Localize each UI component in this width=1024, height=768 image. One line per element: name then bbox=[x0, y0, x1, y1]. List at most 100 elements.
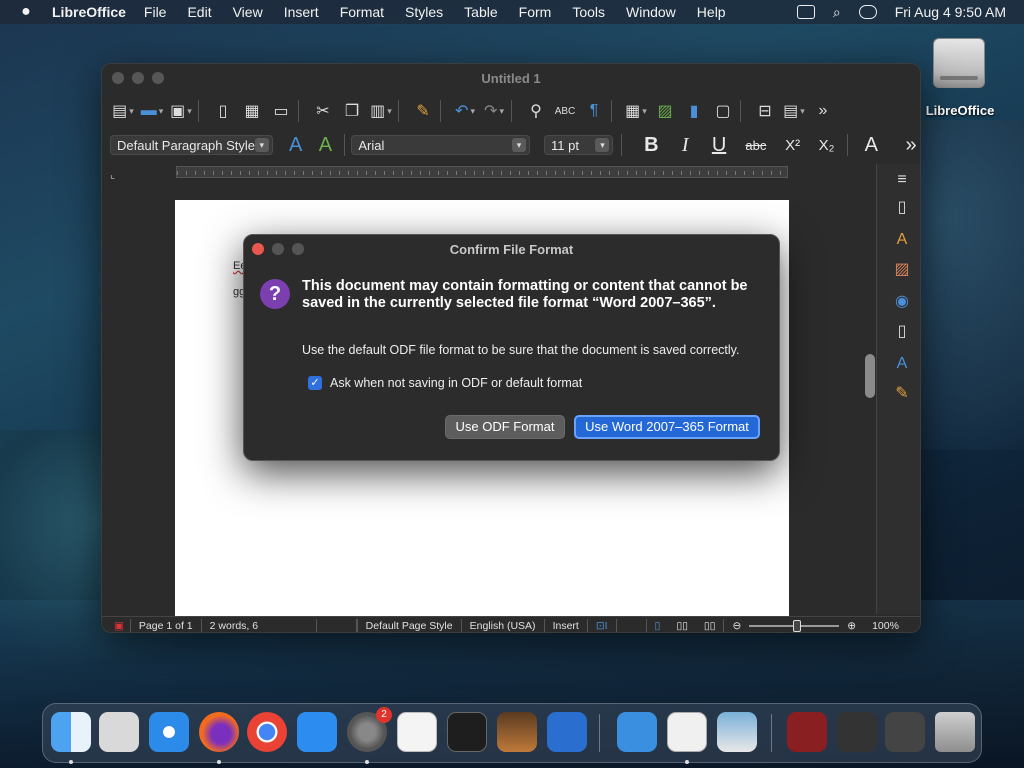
recent-window-icon[interactable] bbox=[837, 712, 877, 752]
clone-formatting-icon[interactable]: ✎ bbox=[412, 100, 434, 122]
cut-icon[interactable]: ✂ bbox=[312, 100, 334, 122]
formatting-marks-icon[interactable]: ¶ bbox=[583, 100, 605, 122]
trash-icon[interactable] bbox=[935, 712, 975, 752]
copy-icon[interactable]: ❐ bbox=[341, 100, 363, 122]
font-name-combo[interactable]: Arial ▾ bbox=[351, 135, 530, 155]
menu-file[interactable]: File bbox=[144, 4, 167, 20]
menu-tools[interactable]: Tools bbox=[572, 4, 605, 20]
vertical-scrollbar[interactable] bbox=[864, 164, 876, 614]
menu-form[interactable]: Form bbox=[519, 4, 552, 20]
menu-help[interactable]: Help bbox=[697, 4, 726, 20]
spotlight-search-icon[interactable]: ⌕ bbox=[833, 4, 841, 21]
terminal-icon[interactable] bbox=[447, 712, 487, 752]
language[interactable]: English (USA) bbox=[462, 618, 545, 632]
insert-field-icon[interactable]: ▤ bbox=[783, 100, 805, 122]
paragraph-style-combo[interactable]: Default Paragraph Style ▾ bbox=[110, 135, 273, 155]
toolbar-overflow-icon[interactable]: » bbox=[812, 100, 834, 122]
apple-icon[interactable]: ● bbox=[0, 3, 52, 21]
single-page-view-icon[interactable]: ▯ bbox=[647, 619, 669, 633]
menu-table[interactable]: Table bbox=[464, 4, 497, 20]
checkmark-icon[interactable]: ✓ bbox=[308, 376, 322, 390]
paste-icon[interactable]: ▥ bbox=[370, 100, 392, 122]
screen-mirroring-icon[interactable] bbox=[796, 5, 815, 19]
insert-mode[interactable]: Insert bbox=[545, 618, 588, 632]
horizontal-ruler[interactable] bbox=[176, 166, 788, 178]
insert-textbox-icon[interactable]: ▢ bbox=[712, 100, 734, 122]
manage-changes-icon[interactable]: ✎ bbox=[892, 384, 912, 404]
menu-view[interactable]: View bbox=[233, 4, 263, 20]
chevron-down-icon[interactable]: ▾ bbox=[254, 138, 269, 152]
menu-clock[interactable]: Fri Aug 4 9:50 AM bbox=[895, 4, 1006, 20]
save-icon[interactable]: ▣ bbox=[170, 100, 192, 122]
clear-formatting-icon[interactable]: A bbox=[860, 134, 882, 157]
selection-mode-icon[interactable]: ⊡I bbox=[588, 618, 617, 632]
redo-icon[interactable]: ↷ bbox=[483, 100, 505, 122]
superscript-icon[interactable]: X² bbox=[782, 137, 804, 154]
styles-icon[interactable]: A bbox=[892, 230, 912, 250]
launchpad-icon[interactable] bbox=[99, 712, 139, 752]
zoom-slider-thumb[interactable] bbox=[793, 619, 802, 632]
new-style-icon[interactable]: A bbox=[315, 134, 337, 157]
navigator-icon[interactable]: ◉ bbox=[892, 292, 912, 312]
garageband-icon[interactable] bbox=[497, 712, 537, 752]
safari-icon[interactable] bbox=[149, 712, 189, 752]
window-titlebar[interactable]: Untitled 1 bbox=[102, 64, 920, 92]
menu-app-name[interactable]: LibreOffice bbox=[52, 4, 126, 20]
export-pdf-icon[interactable]: ▯ bbox=[212, 100, 234, 122]
toolbar-overflow-icon[interactable]: » bbox=[900, 134, 920, 157]
sidebar-menu-icon[interactable]: ≡ bbox=[892, 170, 912, 190]
chrome-icon[interactable] bbox=[247, 712, 287, 752]
drive-label[interactable]: LibreOffice bbox=[920, 103, 1000, 118]
page-icon[interactable]: ▯ bbox=[892, 322, 912, 342]
textedit-icon[interactable] bbox=[397, 712, 437, 752]
libreoffice-icon[interactable] bbox=[667, 712, 707, 752]
ask-checkbox-row[interactable]: ✓ Ask when not saving in ODF or default … bbox=[308, 376, 582, 390]
gallery-icon[interactable]: ▨ bbox=[892, 260, 912, 280]
style-inspector-icon[interactable]: A bbox=[892, 354, 912, 374]
preview-icon[interactable] bbox=[717, 712, 757, 752]
open-folder-icon[interactable]: ▬ bbox=[141, 100, 163, 122]
book-view-icon[interactable]: ▯▯ bbox=[696, 618, 725, 632]
menu-insert[interactable]: Insert bbox=[284, 4, 319, 20]
keynote-icon[interactable] bbox=[617, 712, 657, 752]
font-size-combo[interactable]: 11 pt ▾ bbox=[543, 135, 614, 155]
zoom-out-icon[interactable]: ⊖ bbox=[724, 619, 749, 633]
app-store-icon[interactable] bbox=[297, 712, 337, 752]
find-replace-icon[interactable]: ⚲ bbox=[525, 100, 547, 122]
save-status-icon[interactable]: ▣ bbox=[102, 618, 131, 632]
insert-chart-icon[interactable]: ▮ bbox=[683, 100, 705, 122]
zoom-level[interactable]: 100% bbox=[864, 619, 907, 633]
multi-page-view-icon[interactable]: ▯▯ bbox=[668, 619, 696, 633]
use-word-format-button[interactable]: Use Word 2007–365 Format bbox=[574, 415, 760, 439]
zoom-in-icon[interactable]: ⊕ bbox=[839, 619, 864, 633]
control-center-icon[interactable] bbox=[858, 5, 877, 19]
italic-icon[interactable]: I bbox=[674, 134, 696, 157]
underline-icon[interactable]: U bbox=[708, 134, 730, 157]
subscript-icon[interactable]: X₂ bbox=[816, 137, 838, 154]
ask-checkbox-label[interactable]: Ask when not saving in ODF or default fo… bbox=[330, 376, 582, 390]
chevron-down-icon[interactable]: ▾ bbox=[595, 138, 610, 152]
bold-icon[interactable]: B bbox=[640, 134, 662, 157]
undo-icon[interactable]: ↶ bbox=[454, 100, 476, 122]
menu-window[interactable]: Window bbox=[626, 4, 676, 20]
firefox-icon[interactable] bbox=[199, 712, 239, 752]
system-settings-icon[interactable]: 2 bbox=[347, 707, 392, 752]
word-count[interactable]: 2 words, 6 characters bbox=[202, 618, 317, 632]
strikethrough-icon[interactable]: abc bbox=[742, 138, 770, 153]
spelling-icon[interactable]: ABC bbox=[554, 100, 576, 122]
print-preview-icon[interactable]: ▭ bbox=[270, 100, 292, 122]
page-break-icon[interactable]: ⊟ bbox=[754, 100, 776, 122]
use-odf-format-button[interactable]: Use ODF Format bbox=[445, 415, 565, 439]
properties-icon[interactable]: ▯ bbox=[892, 198, 912, 218]
page-style[interactable]: Default Page Style bbox=[356, 618, 462, 632]
tab-stop-icon[interactable]: ⌞ bbox=[110, 168, 115, 181]
zoom-slider[interactable] bbox=[749, 619, 840, 632]
new-document-icon[interactable]: ▤ bbox=[112, 100, 134, 122]
chevron-down-icon[interactable]: ▾ bbox=[511, 138, 526, 152]
update-style-icon[interactable]: A bbox=[285, 134, 307, 157]
print-icon[interactable]: ▦ bbox=[241, 100, 263, 122]
scrollbar-thumb[interactable] bbox=[865, 354, 875, 398]
recent-window-icon[interactable] bbox=[885, 712, 925, 752]
page-count[interactable]: Page 1 of 1 bbox=[131, 618, 202, 632]
menu-styles[interactable]: Styles bbox=[405, 4, 443, 20]
